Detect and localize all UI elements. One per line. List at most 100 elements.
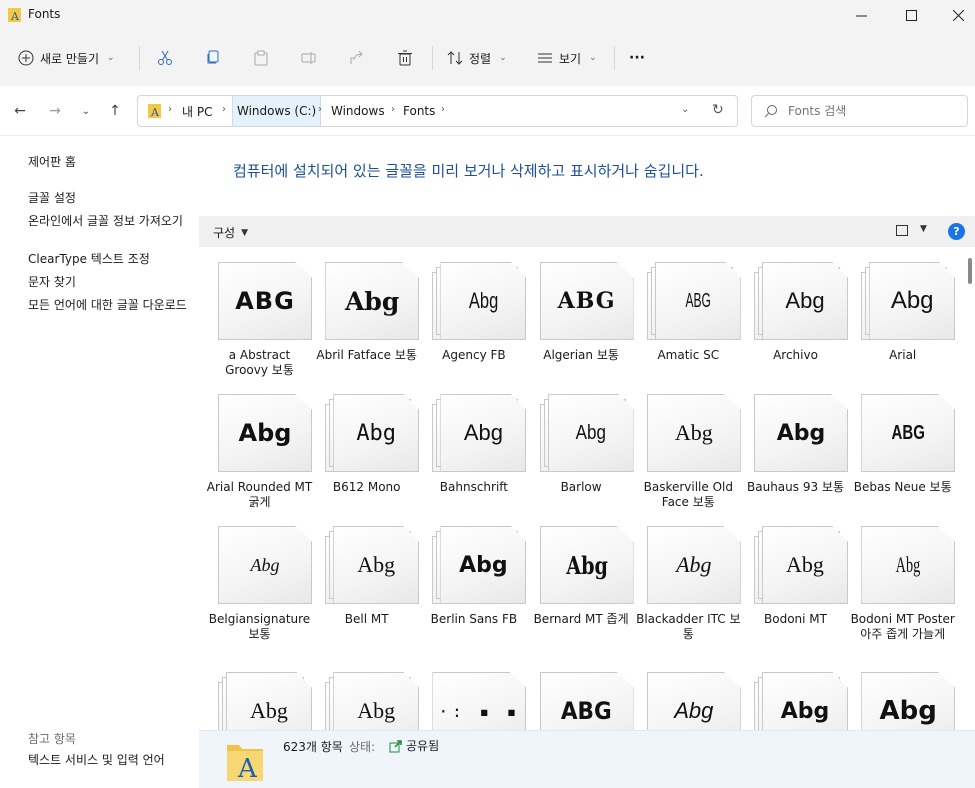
close-button[interactable] [935, 0, 975, 30]
font-sample-glyphs: Abg [879, 696, 937, 726]
chevron-down-icon: ⌄ [107, 53, 115, 63]
font-tile[interactable]: ABG a Abstract Groovy 보통 [206, 252, 313, 384]
recent-locations-button[interactable]: ⌄ [74, 100, 98, 122]
new-button[interactable]: 새로 만들기 ⌄ [18, 44, 115, 72]
font-tile[interactable]: ·: ▪ ▪ [420, 662, 527, 730]
font-tile[interactable]: Abg [206, 662, 313, 730]
font-tile[interactable]: Abg [313, 662, 420, 730]
breadcrumb-this-pc[interactable]: 내 PC [182, 96, 212, 126]
chevron-right-icon: › [168, 104, 172, 115]
font-tile[interactable]: Abg Bell MT [313, 516, 420, 648]
chevron-right-icon: › [441, 104, 445, 115]
forward-button[interactable]: → [43, 100, 67, 122]
plus-circle-icon [18, 50, 34, 66]
font-file-icon: Abg [754, 526, 848, 604]
font-sample-glyphs: Abg [565, 550, 608, 580]
font-tile[interactable]: Abg Archivo [742, 252, 849, 384]
more-icon: ··· [629, 50, 645, 66]
font-tile[interactable]: ABG Algerian 보통 [528, 252, 635, 384]
font-file-icon: Abg [646, 672, 741, 730]
title-bar: A Fonts [0, 0, 975, 30]
refresh-icon[interactable]: ↻ [712, 102, 724, 118]
back-button[interactable]: ← [8, 100, 32, 122]
font-tile[interactable]: Abg Barlow [528, 384, 635, 516]
text-services-link[interactable]: 텍스트 서비스 및 입력 언어 [28, 753, 193, 768]
chevron-down-icon: ⌄ [81, 105, 91, 117]
font-tile[interactable]: Abg Arial Rounded MT 굵게 [206, 384, 313, 516]
font-tile[interactable]: Abg Bodoni MT [742, 516, 849, 648]
font-file-icon: Abg [218, 526, 312, 604]
address-history-dropdown[interactable]: ⌄ [681, 104, 689, 115]
font-tile[interactable]: Abg Baskerville Old Face 보통 [635, 384, 742, 516]
font-tile[interactable]: ABG Bebas Neue 보통 [849, 384, 956, 516]
more-options-button[interactable]: ··· [629, 44, 645, 72]
font-tile[interactable]: ABG [528, 662, 635, 730]
copy-button[interactable] [199, 44, 227, 72]
font-tile[interactable]: Abg Bahnschrift [420, 384, 527, 516]
font-sample-text: ·: ▪ ▪ [432, 672, 526, 730]
font-tile[interactable]: Abg B612 Mono [313, 384, 420, 516]
shared-label: 공유됨 [406, 739, 440, 753]
new-label: 새로 만들기 [40, 51, 100, 66]
breadcrumb-fonts[interactable]: Fonts [403, 96, 435, 126]
breadcrumb-windows[interactable]: Windows [331, 96, 385, 126]
font-tile[interactable]: Abg Blackadder ITC 보통 [635, 516, 742, 648]
font-tile[interactable]: Abg Bernard MT 좁게 [528, 516, 635, 648]
organize-button[interactable]: 구성 ▼ [213, 224, 248, 241]
font-sample-text: Abg [218, 526, 312, 604]
share-button[interactable] [343, 44, 371, 72]
font-sample-text: Abg [762, 526, 848, 604]
font-tile[interactable]: Abg Arial [849, 252, 956, 384]
font-file-icon: ABG [861, 394, 956, 472]
download-fonts-all-languages-link[interactable]: 모든 언어에 대한 글꼴 다운로드 [28, 298, 193, 313]
font-sample-glyphs: ABG [685, 289, 711, 312]
font-tile[interactable]: Abg Belgiansignature 보통 [206, 516, 313, 648]
delete-button[interactable] [391, 44, 419, 72]
vertical-scrollbar-thumb[interactable] [968, 258, 972, 284]
font-tile[interactable]: Abg Abril Fatface 보통 [313, 252, 420, 384]
up-button[interactable]: ↑ [103, 100, 127, 122]
font-tile[interactable]: Abg Agency FB [420, 252, 527, 384]
cleartype-tuner-link[interactable]: ClearType 텍스트 조정 [28, 252, 193, 267]
font-name: Amatic SC [657, 348, 720, 362]
font-name: Baskerville Old Face 보통 [643, 480, 733, 509]
font-name: Bernard MT 좁게 [533, 612, 629, 626]
font-sample-glyphs: ABG [561, 697, 613, 725]
font-settings-link[interactable]: 글꼴 설정 [28, 191, 193, 206]
caret-down-icon[interactable]: ▼ [920, 224, 927, 234]
sort-button[interactable]: 정렬 ⌄ [447, 44, 507, 72]
font-sample-glyphs: Abg [674, 420, 713, 445]
find-character-link[interactable]: 문자 찾기 [28, 275, 193, 290]
font-name: Bodoni MT Poster 아주 좁게 가늘게 [850, 612, 955, 641]
chevron-right-icon: › [391, 104, 395, 115]
search-box[interactable] [751, 95, 968, 127]
view-mode-icon[interactable] [896, 225, 908, 236]
address-bar[interactable]: A › 내 PC › Windows (C:) › Windows › Font… [137, 95, 738, 127]
help-icon[interactable]: ? [948, 223, 965, 240]
search-input[interactable] [788, 102, 958, 120]
font-name: Blackadder ITC 보통 [636, 612, 741, 641]
font-tile[interactable]: Abg Bauhaus 93 보통 [742, 384, 849, 516]
font-sample-text: Abg [754, 394, 848, 472]
svg-text:A: A [237, 754, 258, 783]
font-tile[interactable]: Abg [742, 662, 849, 730]
font-name: a Abstract Groovy 보통 [225, 348, 294, 377]
font-sample-glyphs: Abg [776, 420, 826, 446]
minimize-button[interactable] [838, 0, 884, 30]
cut-button[interactable] [151, 44, 179, 72]
font-sample-glyphs: Abg [463, 420, 503, 445]
get-font-info-online-link[interactable]: 온라인에서 글꼴 정보 가져오기 [28, 214, 193, 229]
font-sample-glyphs: ABG [235, 287, 295, 315]
breadcrumb-drive-c[interactable]: Windows (C:) [232, 96, 322, 126]
control-panel-home-link[interactable]: 제어판 홈 [28, 155, 193, 170]
font-tile[interactable]: Abg Bodoni MT Poster 아주 좁게 가늘게 [849, 516, 956, 648]
font-tile[interactable]: Abg [635, 662, 742, 730]
font-tile[interactable]: ABG Amatic SC [635, 252, 742, 384]
rename-button[interactable] [295, 44, 323, 72]
view-button[interactable]: 보기 ⌄ [537, 44, 597, 72]
maximize-button[interactable] [888, 0, 934, 30]
paste-button[interactable] [247, 44, 275, 72]
font-file-icon: Abg [861, 526, 956, 604]
font-tile[interactable]: Abg [849, 662, 956, 730]
font-tile[interactable]: Abg Berlin Sans FB [420, 516, 527, 648]
